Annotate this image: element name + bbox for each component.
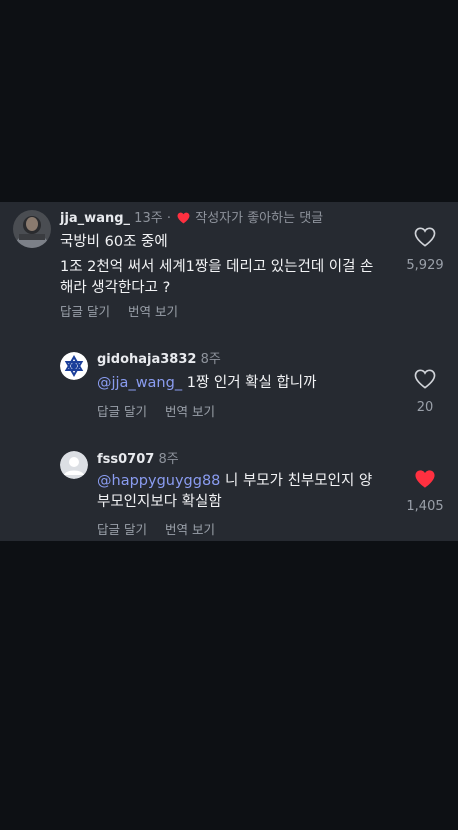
comment-line: 니 부모가 친부모인지 양 (220, 473, 373, 489)
comment-time: 8주 (158, 452, 179, 467)
liked-heart-icon[interactable] (414, 469, 436, 489)
comment-line: 국방비 60조 중에 (60, 234, 168, 250)
comment-actions: 답글 달기 번역 보기 (97, 401, 229, 420)
comment-actions: 답글 달기 번역 보기 (97, 519, 229, 538)
comment-time: 8주 (200, 352, 221, 367)
meta-separator: · (166, 211, 171, 226)
user-avatar[interactable] (60, 451, 88, 479)
comment-time: 13주 (134, 211, 163, 226)
star-of-david-avatar-icon (60, 352, 88, 380)
comment-username[interactable]: gidohaja3832 (97, 352, 196, 367)
comment-actions: 답글 달기 번역 보기 (60, 301, 192, 320)
translate-button[interactable]: 번역 보기 (165, 404, 215, 419)
like-count: 1,405 (406, 499, 444, 514)
comment-meta: jja_wang_ 13주 · 작성자가 좋아하는 댓글 (60, 211, 323, 227)
comment-meta: gidohaja3832 8주 (97, 352, 221, 368)
reply-button[interactable]: 답글 달기 (60, 304, 110, 319)
reply-button[interactable]: 답글 달기 (97, 404, 147, 419)
comment-text: @happyguygg88 니 부모가 친부모인지 양 부모인지보다 확실함 (97, 471, 397, 513)
user-avatar[interactable] (13, 210, 51, 248)
like-heart-icon[interactable] (414, 227, 436, 247)
user-avatar[interactable] (60, 352, 88, 380)
comment-line: 1짱 인거 확실 합니까 (182, 375, 317, 391)
translate-button[interactable]: 번역 보기 (165, 522, 215, 537)
comment-text: @jja_wang_ 1짱 인거 확실 합니까 (97, 373, 397, 394)
reply-button[interactable]: 답글 달기 (97, 522, 147, 537)
user-mention[interactable]: @happyguygg88 (97, 473, 220, 489)
comment-text: 국방비 60조 중에 1조 2천억 써서 세계1짱을 데리고 있는건데 이걸 손… (60, 232, 400, 299)
creator-liked-label: 작성자가 좋아하는 댓글 (195, 211, 324, 226)
like-count: 20 (416, 400, 434, 415)
comment-meta: fss0707 8주 (97, 452, 179, 468)
comment-username[interactable]: fss0707 (97, 452, 154, 467)
default-person-avatar-icon (60, 451, 88, 479)
comments-panel: jja_wang_ 13주 · 작성자가 좋아하는 댓글 국방비 60조 중에 … (0, 202, 458, 541)
user-mention[interactable]: @jja_wang_ (97, 375, 182, 391)
comment-line: 부모인지보다 확실함 (97, 494, 222, 510)
user-photo-avatar-icon (13, 210, 51, 248)
like-heart-icon[interactable] (414, 369, 436, 389)
like-count: 5,929 (406, 258, 444, 273)
translate-button[interactable]: 번역 보기 (128, 304, 178, 319)
creator-heart-icon (177, 212, 190, 224)
comment-line: 1조 2천억 써서 세계1짱을 데리고 있는건데 이걸 손 (60, 259, 374, 275)
comment-username[interactable]: jja_wang_ (60, 211, 130, 226)
comment-line: 해라 생각한다고 ? (60, 280, 171, 296)
